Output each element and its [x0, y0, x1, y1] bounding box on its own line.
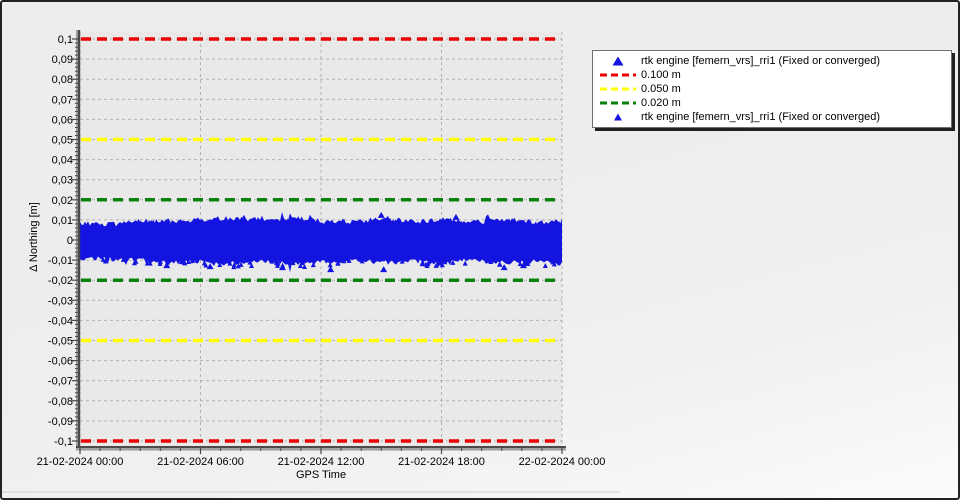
y-tick-label: 0,01: [52, 215, 73, 227]
x-tick-label: 21-02-2024 00:00: [37, 456, 124, 468]
y-axis-title: Δ Northing [m]: [28, 202, 40, 272]
legend-entry-label: rtk engine [femern_vrs]_rri1 (Fixed or c…: [641, 55, 881, 67]
y-tick-label: 0,08: [52, 74, 73, 86]
y-tick-label: -0,03: [48, 295, 73, 307]
legend: rtk engine [femern_vrs]_rri1 (Fixed or c…: [592, 50, 952, 128]
y-tick-label: -0,1: [54, 436, 73, 448]
y-tick-label: 0: [67, 235, 73, 247]
y-tick-label: 0,09: [52, 54, 73, 66]
y-tick-label: 0,02: [52, 195, 73, 207]
x-axis-title: GPS Time: [295, 469, 347, 481]
legend-entry: 0.100 m: [595, 68, 945, 82]
y-tick-label: -0,05: [48, 335, 73, 347]
y-tick-label: -0,04: [48, 315, 73, 327]
y-tick-label: -0,01: [48, 255, 73, 267]
y-tick-label: -0,06: [48, 356, 73, 368]
x-tick-label: 21-02-2024 18:00: [398, 456, 485, 468]
legend-entry-label: 0.050 m: [641, 83, 681, 95]
dashed-line-icon: [595, 69, 641, 81]
x-tick-label: 21-02-2024 12:00: [278, 456, 365, 468]
y-tick-label: 0,04: [52, 155, 73, 167]
chart-window: 0,1 0,09 0,08 0,07 0,06 0,05 0,04 0,03 0,02 0,01 0…: [0, 0, 960, 500]
x-tick-label: 22-02-2024 00:00: [519, 456, 606, 468]
legend-entry-label: 0.100 m: [641, 69, 681, 81]
legend-entry-label: 0.020 m: [641, 97, 681, 109]
legend-entry-label: rtk engine [femern_vrs]_rri1 (Fixed or c…: [641, 111, 881, 123]
y-tick-label: -0,08: [48, 396, 73, 408]
triangle-marker-icon: [595, 111, 641, 123]
legend-entry: rtk engine [femern_vrs]_rri1 (Fixed or c…: [595, 54, 945, 68]
y-tick-label: 0,1: [58, 34, 73, 46]
x-tick-label: 21-02-2024 06:00: [157, 456, 244, 468]
y-tick-label: 0,05: [52, 135, 73, 147]
y-tick-label: 0,07: [52, 94, 73, 106]
dashed-line-icon: [595, 97, 641, 109]
legend-entry: rtk engine [femern_vrs]_rri1 (Fixed or c…: [595, 110, 945, 124]
y-tick-label: -0,07: [48, 376, 73, 388]
legend-entry: 0.050 m: [595, 82, 945, 96]
y-tick-label: -0,02: [48, 275, 73, 287]
dashed-line-icon: [595, 83, 641, 95]
y-tick-label: -0,09: [48, 416, 73, 428]
triangle-marker-icon: [595, 55, 641, 67]
legend-entry: 0.020 m: [595, 96, 945, 110]
y-tick-label: 0,06: [52, 114, 73, 126]
y-tick-label: 0,03: [52, 175, 73, 187]
